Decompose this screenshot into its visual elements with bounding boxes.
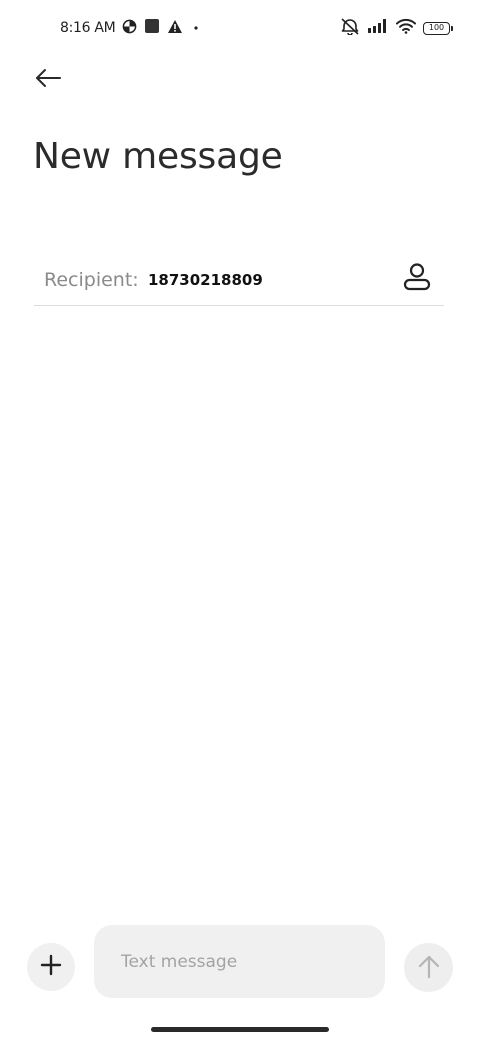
contact-picker-button[interactable] (400, 262, 434, 296)
square-notification-icon (144, 18, 160, 38)
battery-level: 100 (428, 23, 445, 32)
recipient-input[interactable] (148, 266, 388, 294)
back-button[interactable] (28, 60, 68, 100)
arrow-left-icon (34, 67, 62, 93)
plus-icon (40, 954, 62, 980)
status-left: 8:16 AM (60, 17, 202, 39)
status-time: 8:16 AM (60, 20, 116, 36)
data-saver-icon (122, 19, 137, 38)
dot-icon (190, 19, 202, 38)
send-button[interactable] (404, 943, 453, 992)
recipient-row: Recipient: (34, 254, 444, 306)
battery-icon: 100 (423, 21, 453, 35)
vibrate-off-icon (340, 17, 360, 39)
person-icon (402, 262, 432, 296)
arrow-up-icon (417, 953, 441, 983)
page-title: New message (33, 136, 283, 177)
wifi-icon (396, 18, 416, 38)
warning-icon (167, 19, 183, 38)
attach-button[interactable] (27, 943, 75, 991)
home-indicator[interactable] (151, 1027, 329, 1032)
signal-icon (367, 18, 389, 38)
recipient-label: Recipient: (44, 269, 139, 291)
message-input[interactable] (121, 949, 371, 975)
new-message-screen: 8:16 AM 100 New message Recipient: 18730… (0, 0, 480, 1040)
message-box (94, 925, 385, 998)
status-bar: 8:16 AM 100 (0, 0, 480, 56)
status-right: 100 (340, 16, 453, 40)
